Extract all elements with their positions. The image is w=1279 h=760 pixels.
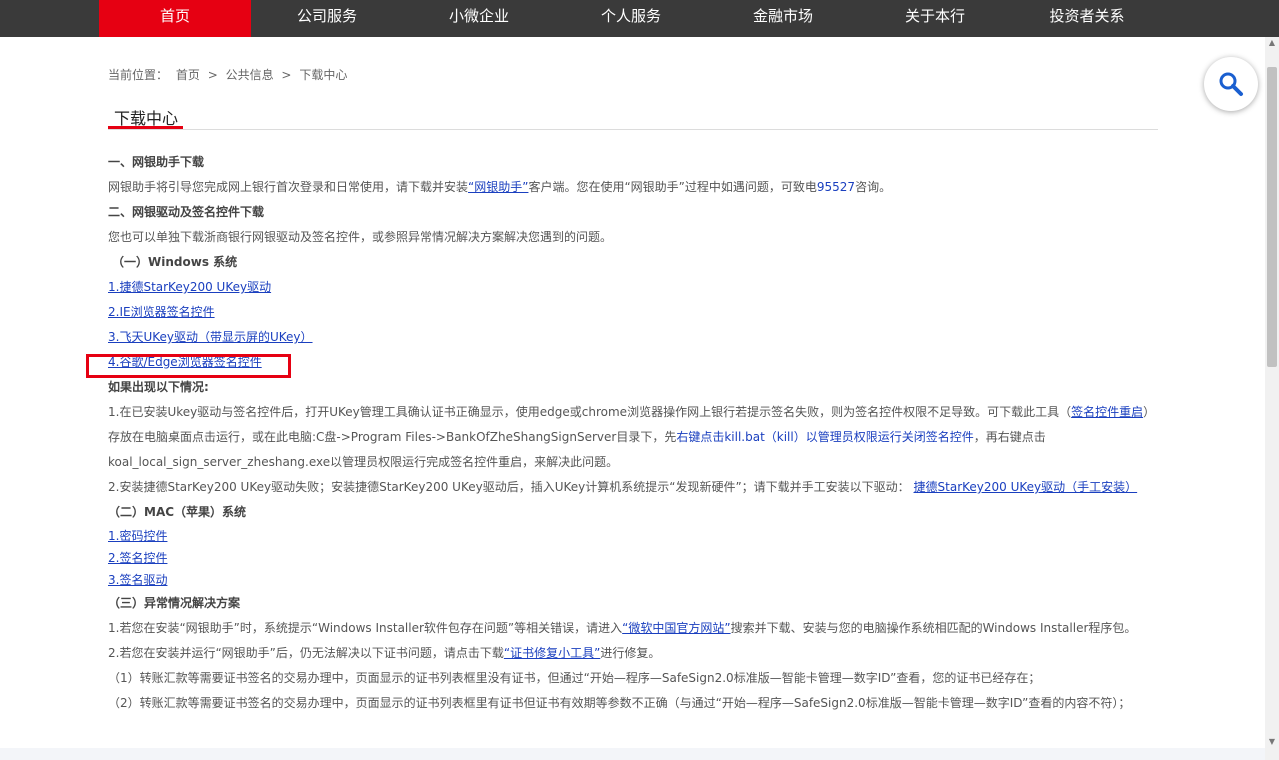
breadcrumb-home[interactable]: 首页 <box>176 68 200 82</box>
nav-item-corporate[interactable]: 公司服务 <box>251 0 403 37</box>
kill-instruction: 右键点击kill.bat（kill）以管理员权限运行关闭签名控件 <box>676 430 974 444</box>
search-button[interactable] <box>1204 57 1258 111</box>
nav-item-personal[interactable]: 个人服务 <box>555 0 707 37</box>
link-feitian-driver[interactable]: 3.飞天UKey驱动（带显示屏的UKey） <box>108 330 313 344</box>
hotline-number: 95527 <box>816 180 856 194</box>
page-scrollbar[interactable]: ▲ ▼ <box>1265 37 1279 760</box>
helper-download-link[interactable]: “网银助手” <box>468 180 528 194</box>
link-sign-control-restart[interactable]: 签名控件重启 <box>1071 405 1143 419</box>
drivers-description: 您也可以单独下载浙商银行网银驱动及签名控件，或参照异常情况解决方案解决您遇到的问… <box>108 230 613 244</box>
breadcrumb: 当前位置： 首页 > 公共信息 > 下载中心 <box>108 66 351 83</box>
helper-description: 网银助手将引导您完成网上银行首次登录和日常使用，请下载并安装“网银助手”客户端。… <box>108 180 892 194</box>
top-navigation: 首页 公司服务 小微企业 个人服务 金融市场 关于本行 投资者关系 <box>0 0 1279 37</box>
troubleshoot-1: 1.若您在安装“网银助手”时，系统提示“Windows Installer软件包… <box>108 621 1137 635</box>
nav-item-investor[interactable]: 投资者关系 <box>1011 0 1163 37</box>
troubleshoot-2-2: （2）转账汇款等需要证书签名的交易办理中，页面显示的证书列表框里有证书但证书有效… <box>108 696 1131 710</box>
nav-item-about[interactable]: 关于本行 <box>859 0 1011 37</box>
breadcrumb-prefix: 当前位置： <box>108 68 169 82</box>
section-title-helper: 一、网银助手下载 <box>108 155 205 169</box>
mac-title: （二）MAC（苹果）系统 <box>108 505 247 519</box>
scroll-up-icon[interactable]: ▲ <box>1265 37 1279 49</box>
scroll-thumb[interactable] <box>1267 67 1277 367</box>
nav-item-financial-market[interactable]: 金融市场 <box>707 0 859 37</box>
link-ie-sign-control[interactable]: 2.IE浏览器签名控件 <box>108 305 215 319</box>
search-icon <box>1219 72 1243 96</box>
link-starkey-manual-driver[interactable]: 捷德StarKey200 UKey驱动（手工安装） <box>914 480 1138 494</box>
bottom-strip <box>0 748 1265 760</box>
troubleshooting-title: （三）异常情况解决方案 <box>108 596 241 610</box>
link-mac-password-control[interactable]: 1.密码控件 <box>108 529 167 543</box>
windows-title: （一）Windows 系统 <box>112 255 238 269</box>
breadcrumb-current: 下载中心 <box>299 68 348 82</box>
link-mac-sign-driver[interactable]: 3.签名驱动 <box>108 573 167 587</box>
link-mac-sign-control[interactable]: 2.签名控件 <box>108 551 167 565</box>
link-microsoft-site[interactable]: “微软中国官方网站” <box>622 621 730 635</box>
link-starkey-driver[interactable]: 1.捷德StarKey200 UKey驱动 <box>108 280 271 294</box>
case-2: 2.安装捷德StarKey200 UKey驱动失败；安装捷德StarKey200… <box>108 480 1138 494</box>
title-divider <box>108 129 1158 130</box>
link-cert-repair-tool[interactable]: “证书修复小工具” <box>504 646 600 660</box>
download-content: 一、网银助手下载 网银助手将引导您完成网上银行首次登录和日常使用，请下载并安装“… <box>108 150 1160 716</box>
cases-title: 如果出现以下情况: <box>108 380 209 394</box>
nav-item-small-business[interactable]: 小微企业 <box>403 0 555 37</box>
breadcrumb-section[interactable]: 公共信息 <box>226 68 274 82</box>
breadcrumb-separator: > <box>281 68 292 82</box>
section-title-drivers: 二、网银驱动及签名控件下载 <box>108 205 265 219</box>
breadcrumb-separator: > <box>207 68 218 82</box>
highlight-box <box>86 354 291 378</box>
troubleshoot-2: 2.若您在安装并运行“网银助手”后，仍无法解决以下证书问题，请点击下载“证书修复… <box>108 646 661 660</box>
scroll-down-icon[interactable]: ▼ <box>1265 736 1279 748</box>
case-1: 1.在已安装Ukey驱动与签名控件后，打开UKey管理工具确认证书正确显示，使用… <box>108 405 1156 469</box>
troubleshoot-2-1: （1）转账汇款等需要证书签名的交易办理中，页面显示的证书列表框里没有证书，但通过… <box>108 671 1041 685</box>
nav-item-home[interactable]: 首页 <box>99 0 251 37</box>
